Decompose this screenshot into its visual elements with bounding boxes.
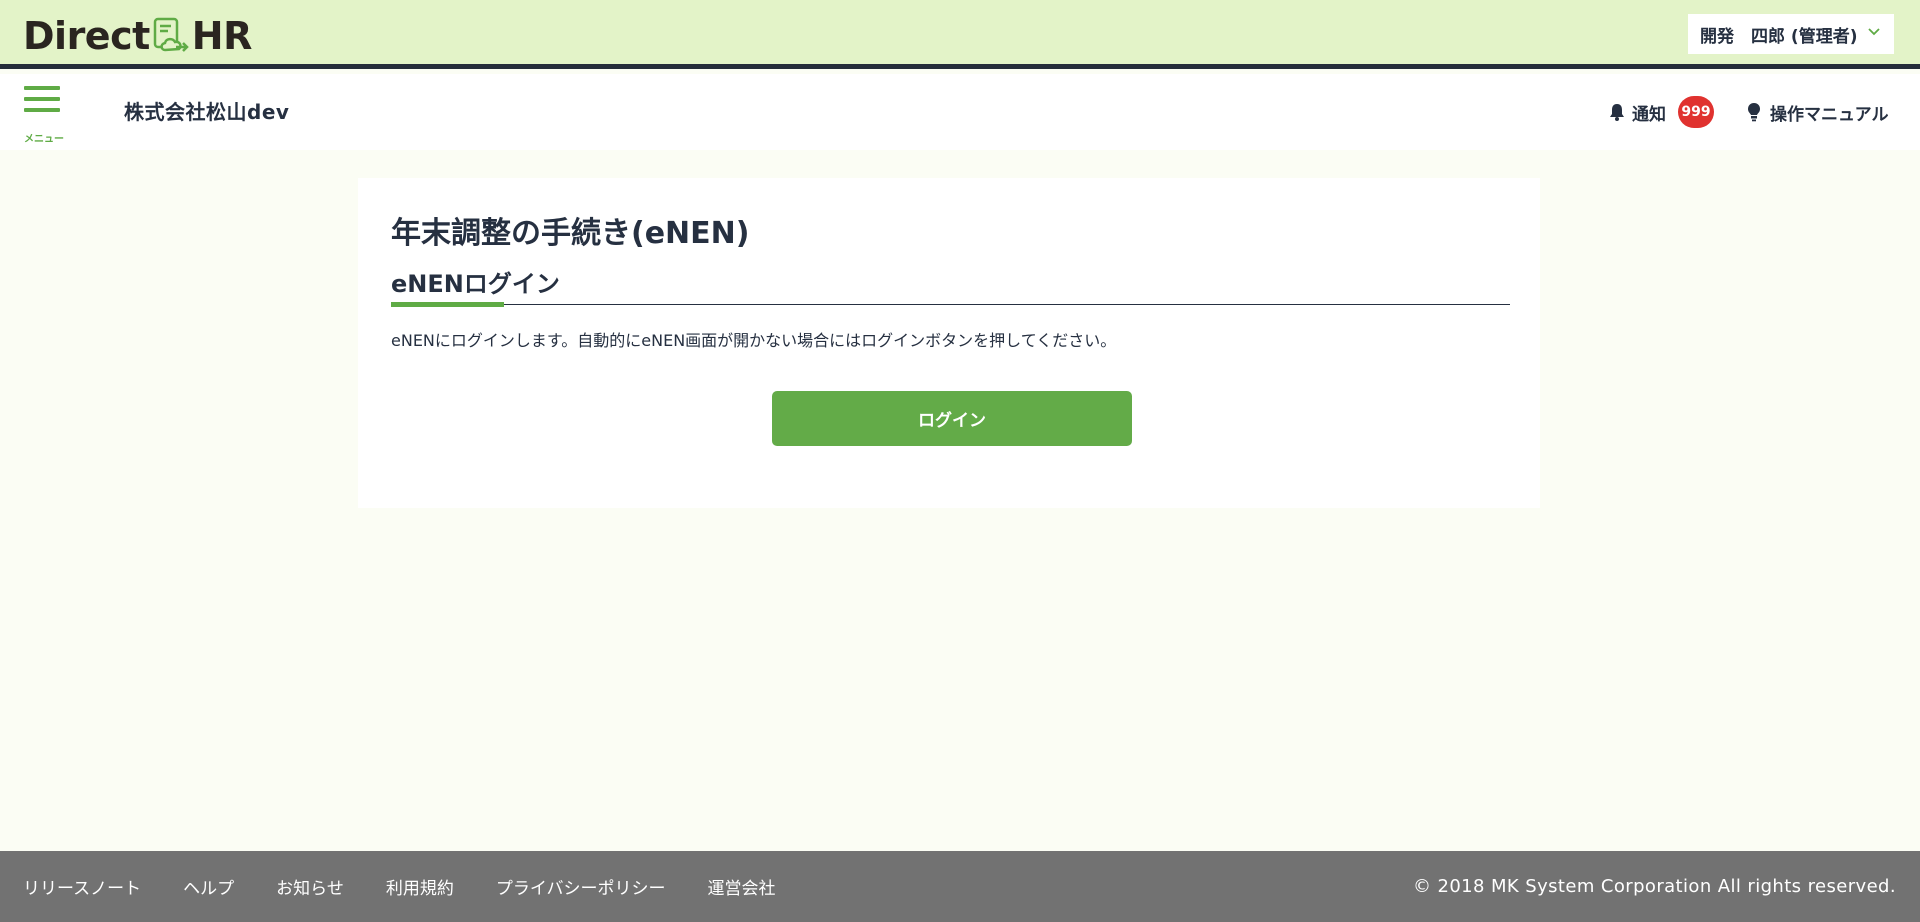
user-menu-select[interactable]: 開発 四郎 (管理者) — [1688, 14, 1894, 54]
copyright: © 2018 MK System Corporation All rights … — [1412, 876, 1896, 897]
login-description: eNENにログインします。自動的にeNEN画面が開かない場合にはログインボタンを… — [391, 331, 1117, 350]
section-title: eNENログイン — [391, 270, 560, 298]
document-cloud-icon — [153, 17, 189, 52]
logo-text-hr: HR — [191, 14, 253, 58]
footer: リリースノート ヘルプ お知らせ 利用規約 プライバシーポリシー 運営会社 © … — [0, 851, 1920, 922]
user-name: 開発 四郎 (管理者) — [1700, 26, 1858, 47]
footer-links: リリースノート ヘルプ お知らせ 利用規約 プライバシーポリシー 運営会社 — [23, 851, 818, 922]
logo-text-direct: Direct — [23, 14, 150, 58]
sub-header: メニュー 株式会社松山dev 通知 999 操作マニュアル — [0, 74, 1920, 150]
manual-button[interactable]: 操作マニュアル — [1746, 96, 1889, 128]
footer-link-terms[interactable]: 利用規約 — [386, 874, 454, 899]
login-button[interactable]: ログイン — [772, 391, 1132, 446]
hamburger-icon-bar — [24, 108, 60, 112]
footer-link-help[interactable]: ヘルプ — [183, 874, 234, 899]
manual-label: 操作マニュアル — [1770, 104, 1889, 125]
company-name: 株式会社松山dev — [124, 100, 290, 124]
section-divider-accent — [391, 302, 504, 307]
hamburger-icon-bar — [24, 86, 60, 90]
chevron-down-icon — [1868, 28, 1880, 36]
footer-link-company[interactable]: 運営会社 — [708, 874, 776, 899]
footer-link-news[interactable]: お知らせ — [276, 874, 344, 899]
app-logo[interactable]: Direct HR — [23, 14, 253, 58]
content-card: 年末調整の手続き(eNEN) eNENログイン eNENにログインします。自動的… — [358, 178, 1540, 508]
menu-label: メニュー — [24, 134, 64, 145]
notification-count-badge: 999 — [1678, 96, 1714, 128]
notification-button[interactable]: 通知 999 — [1608, 96, 1714, 128]
bell-icon — [1610, 104, 1624, 121]
section-divider — [391, 304, 1510, 305]
top-bar: Direct HR 開発 四郎 (管理者) — [0, 0, 1920, 69]
lightbulb-icon — [1748, 103, 1760, 122]
hamburger-icon-bar — [24, 97, 60, 101]
page-title: 年末調整の手続き(eNEN) — [391, 216, 750, 251]
notification-label: 通知 — [1632, 104, 1666, 125]
menu-button[interactable]: メニュー — [24, 86, 64, 145]
footer-link-release-notes[interactable]: リリースノート — [23, 874, 141, 899]
footer-link-privacy[interactable]: プライバシーポリシー — [496, 874, 666, 899]
